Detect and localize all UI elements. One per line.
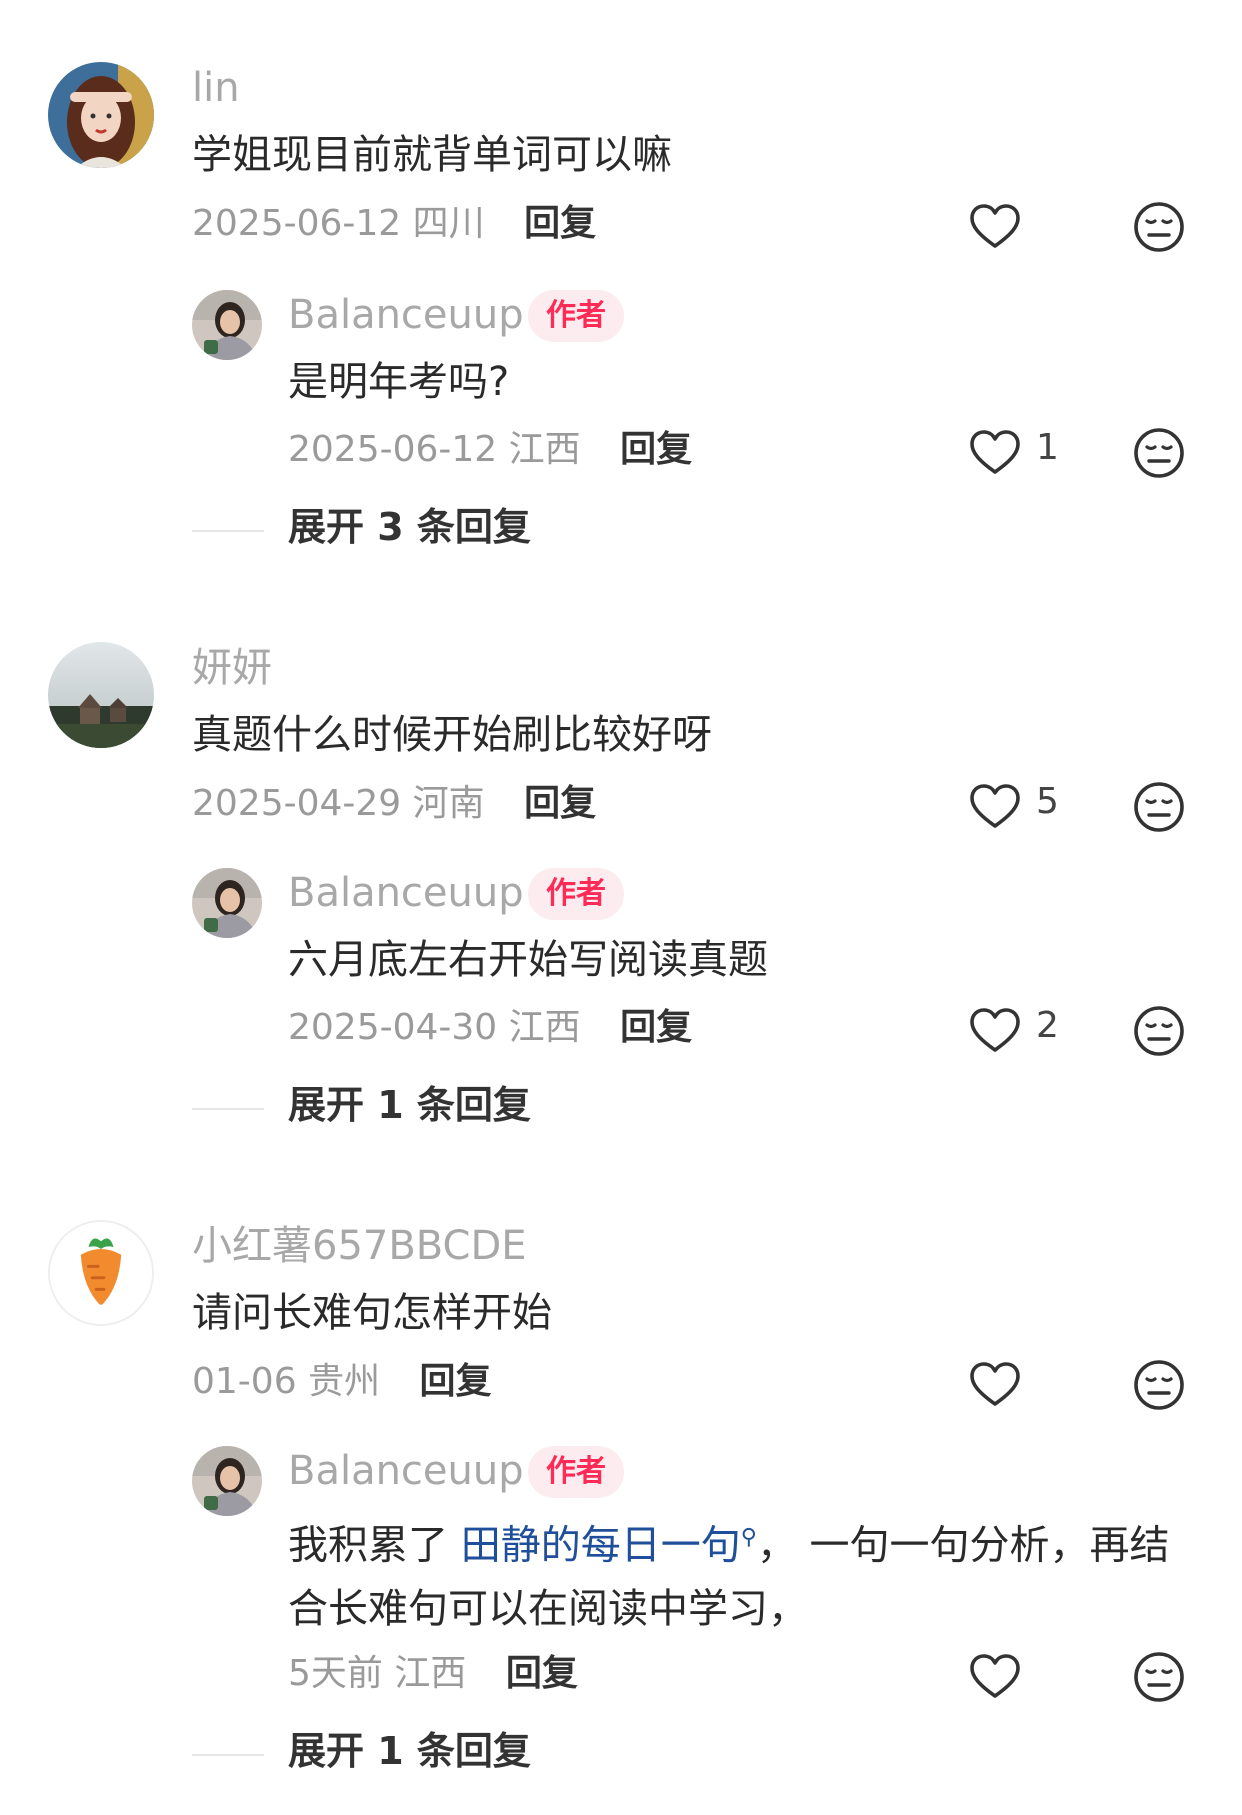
heart-outline-icon[interactable] <box>968 426 1022 480</box>
reply-username[interactable]: Balanceuup <box>288 1447 524 1495</box>
reply-text: 是明年考吗? <box>288 359 510 405</box>
comment-location: 贵州 <box>308 1361 381 1402</box>
meh-face-icon[interactable] <box>1132 780 1186 834</box>
reply-button[interactable]: 回复 <box>506 1653 578 1694</box>
reply-button[interactable]: 回复 <box>524 203 596 244</box>
like-count: 5 <box>1036 781 1059 822</box>
comment-username[interactable]: 小红薯657BBCDE <box>192 1222 527 1270</box>
comment-date: 2025-04-29 <box>192 783 402 824</box>
comment-meta: 2025-06-12 四川 回复 <box>192 202 596 246</box>
comment-meta: 01-06 贵州 回复 <box>192 1360 492 1404</box>
heart-outline-icon[interactable] <box>968 780 1022 834</box>
comment-text: 请问长难句怎样开始 <box>192 1290 552 1336</box>
divider <box>192 1754 264 1756</box>
author-badge: 作者 <box>528 290 624 342</box>
reply-location: 江西 <box>508 429 581 470</box>
comment-location: 四川 <box>412 203 485 244</box>
meh-face-icon[interactable] <box>1132 200 1186 254</box>
reply-button[interactable]: 回复 <box>620 429 692 470</box>
reply-meta: 2025-06-12 江西 回复 <box>288 428 692 472</box>
comment-username[interactable]: 妍妍 <box>192 644 272 692</box>
comment-location: 河南 <box>412 783 485 824</box>
author-badge: 作者 <box>528 868 624 920</box>
comment-date: 01-06 <box>192 1361 297 1402</box>
reply-meta: 2025-04-30 江西 回复 <box>288 1006 692 1050</box>
meh-face-icon[interactable] <box>1132 1004 1186 1058</box>
reply-username[interactable]: Balanceuup <box>288 869 524 917</box>
reply-button[interactable]: 回复 <box>620 1007 692 1048</box>
like-count: 2 <box>1036 1005 1059 1046</box>
avatar[interactable] <box>48 62 154 168</box>
meh-face-icon[interactable] <box>1132 1358 1186 1412</box>
comment-text: 学姐现目前就背单词可以嘛 <box>192 132 672 178</box>
topic-link[interactable]: 田静的每日一句 <box>461 1522 741 1568</box>
heart-outline-icon[interactable] <box>968 200 1022 254</box>
avatar[interactable] <box>192 1446 262 1516</box>
reply-username[interactable]: Balanceuup <box>288 291 524 339</box>
comment-text: 真题什么时候开始刷比较好呀 <box>192 712 712 758</box>
expand-replies-button[interactable]: 展开 1 条回复 <box>288 1081 531 1129</box>
meh-face-icon[interactable] <box>1132 426 1186 480</box>
divider <box>192 530 264 532</box>
divider <box>192 1108 264 1110</box>
reply-text-prefix: 我积累了 <box>288 1522 461 1569</box>
avatar[interactable] <box>192 868 262 938</box>
reply-date: 2025-04-30 <box>288 1007 498 1048</box>
reply-date: 5天前 <box>288 1653 383 1694</box>
avatar[interactable] <box>192 290 262 360</box>
reply-text: 我积累了 田静的每日一句⚲， 一句一句分析，再结合长难句可以在阅读中学习， <box>288 1506 1188 1641</box>
meh-face-icon[interactable] <box>1132 1650 1186 1704</box>
reply-location: 江西 <box>508 1007 581 1048</box>
heart-outline-icon[interactable] <box>968 1650 1022 1704</box>
comment-date: 2025-06-12 <box>192 203 402 244</box>
like-count: 1 <box>1036 427 1059 468</box>
expand-replies-button[interactable]: 展开 3 条回复 <box>288 503 531 551</box>
comment-meta: 2025-04-29 河南 回复 <box>192 782 596 826</box>
expand-replies-button[interactable]: 展开 1 条回复 <box>288 1727 531 1775</box>
heart-outline-icon[interactable] <box>968 1358 1022 1412</box>
reply-button[interactable]: 回复 <box>420 1361 492 1402</box>
reply-date: 2025-06-12 <box>288 429 498 470</box>
comment-username[interactable]: lin <box>192 64 240 112</box>
avatar[interactable] <box>48 642 154 748</box>
search-icon: ⚲ <box>740 1525 757 1550</box>
author-badge: 作者 <box>528 1446 624 1498</box>
reply-meta: 5天前 江西 回复 <box>288 1652 578 1696</box>
avatar[interactable] <box>48 1220 154 1326</box>
reply-location: 江西 <box>394 1653 467 1694</box>
heart-outline-icon[interactable] <box>968 1004 1022 1058</box>
reply-button[interactable]: 回复 <box>524 783 596 824</box>
reply-text: 六月底左右开始写阅读真题 <box>288 937 768 983</box>
